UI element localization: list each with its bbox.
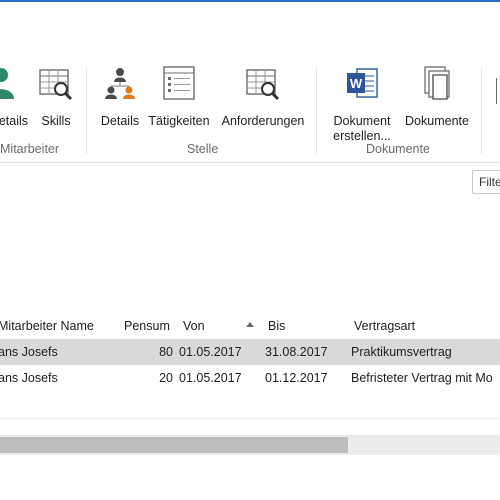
taetigkeiten-button[interactable]: Tätigkeiten	[146, 66, 212, 138]
cell-pensum: 80	[159, 345, 173, 359]
horizontal-scrollbar[interactable]	[0, 435, 500, 455]
column-header-bis[interactable]: Bis	[268, 312, 285, 340]
cell-name: ans Josefs	[0, 371, 58, 385]
cell-bis: 01.12.2017	[265, 371, 328, 385]
mitarbeiter-details-label: etails	[0, 114, 28, 128]
cell-bis: 31.08.2017	[265, 345, 328, 359]
group-separator	[86, 68, 87, 154]
window-top-accent	[0, 0, 500, 2]
cell-vertragsart: Befristeter Vertrag mit Mo	[351, 371, 493, 385]
table-row[interactable]: ans Josefs 20 01.05.2017 01.12.2017 Befr…	[0, 365, 500, 391]
list-icon	[163, 66, 195, 100]
taetigkeiten-label: Tätigkeiten	[148, 114, 210, 128]
word-doc-icon: W	[347, 68, 378, 98]
dokumente-button[interactable]: Dokumente	[400, 66, 474, 138]
org-chart-icon	[105, 68, 135, 99]
column-header-vertragsart[interactable]: Vertragsart	[354, 312, 415, 340]
next-group-icon-partial[interactable]	[496, 78, 500, 104]
group-label-mitarbeiter: Mitarbeiter	[0, 142, 60, 156]
column-header-von[interactable]: Von	[183, 312, 205, 340]
cell-pensum: 20	[159, 371, 173, 385]
skills-button[interactable]: Skills	[34, 66, 78, 138]
skills-label: Skills	[41, 114, 71, 128]
documents-icon	[424, 66, 450, 100]
svg-text:W: W	[350, 76, 363, 91]
dokumente-label: Dokumente	[405, 114, 469, 128]
cell-name: ans Josefs	[0, 345, 58, 359]
group-separator	[316, 68, 317, 154]
mitarbeiter-details-button[interactable]: etails	[0, 66, 28, 138]
scrollbar-thumb[interactable]	[0, 437, 348, 453]
table-bottom-border	[0, 418, 500, 419]
dokument-erstellen-label-line1: Dokument	[333, 114, 391, 128]
table-search-icon	[39, 69, 73, 101]
person-icon	[0, 68, 14, 99]
table-search-icon	[246, 69, 280, 101]
stelle-details-label: Details	[100, 114, 140, 128]
cell-von: 01.05.2017	[179, 371, 242, 385]
cell-vertragsart: Praktikumsvertrag	[351, 345, 452, 359]
dokument-erstellen-button[interactable]: W Dokument erstellen...	[326, 66, 398, 146]
filter-input[interactable]: Filte	[472, 170, 500, 194]
column-header-name[interactable]: Mitarbeiter Name	[0, 312, 94, 340]
column-header-pensum[interactable]: Pensum	[124, 312, 170, 340]
anforderungen-label: Anforderungen	[221, 114, 305, 128]
group-label-dokumente: Dokumente	[366, 142, 430, 156]
filter-label: Filte	[479, 175, 500, 189]
table-row[interactable]: ans Josefs 80 01.05.2017 31.08.2017 Prak…	[0, 339, 500, 365]
ribbon: etails Skills Mitarbeiter Details Tätigk…	[0, 60, 500, 163]
sort-ascending-icon	[246, 322, 254, 327]
group-label-stelle: Stelle	[187, 142, 219, 156]
anforderungen-button[interactable]: Anforderungen	[216, 66, 310, 138]
cell-von: 01.05.2017	[179, 345, 242, 359]
stelle-details-button[interactable]: Details	[98, 66, 142, 138]
group-separator	[481, 68, 482, 154]
